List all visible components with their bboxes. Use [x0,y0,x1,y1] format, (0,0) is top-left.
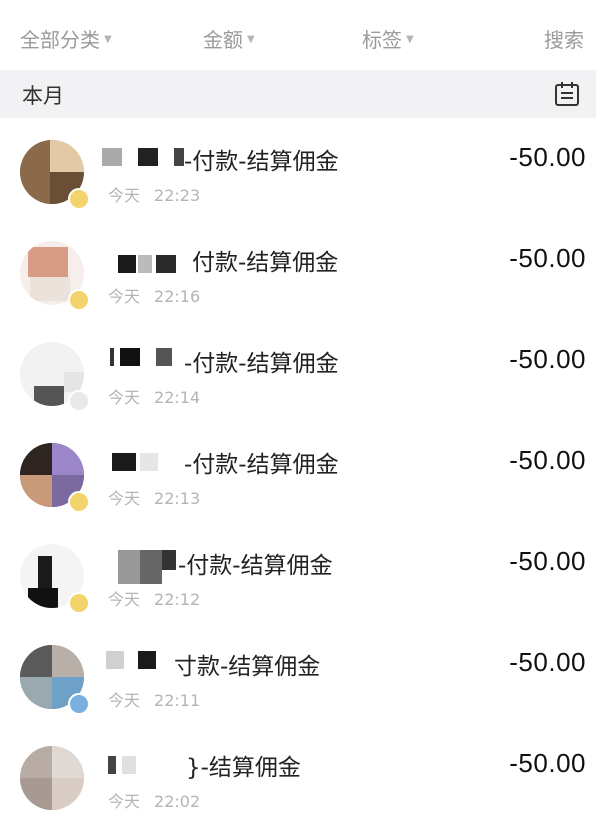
redacted-name [174,148,184,166]
transaction-row[interactable]: -付款-结算佣金 今天 22:12 -50.00 [0,522,596,623]
redacted-name [156,348,172,366]
transaction-row[interactable]: 付款-结算佣金 今天 22:16 -50.00 [0,219,596,320]
transaction-row[interactable]: }-结算佣金 今天 22:02 -50.00 [0,724,596,825]
redacted-name [112,453,136,471]
avatar [20,746,84,810]
badge-icon [68,693,90,715]
redacted-name [156,255,176,273]
redacted-name [122,756,136,774]
amount-filter-label: 金额 [203,28,243,52]
tag-filter[interactable]: 标签 ▼ [362,24,414,53]
badge-icon [68,592,90,614]
tag-filter-label: 标签 [362,28,402,52]
redacted-name [110,348,114,366]
transaction-amount: -50.00 [509,243,586,273]
transaction-time: 今天 22:13 [108,489,201,508]
transaction-amount: -50.00 [509,748,586,778]
transaction-row[interactable]: -付款-结算佣金 今天 22:23 -50.00 [0,118,596,219]
transaction-row[interactable]: -付款-结算佣金 今天 22:13 -50.00 [0,421,596,522]
transaction-amount: -50.00 [509,142,586,172]
redacted-name [138,255,152,273]
calendar-icon[interactable] [554,81,580,107]
transaction-amount: -50.00 [509,647,586,677]
redacted-name [140,550,162,584]
transaction-amount: -50.00 [509,546,586,576]
redacted-name [120,348,140,366]
transaction-time: 今天 22:02 [108,792,201,811]
transaction-row[interactable]: 寸款-结算佣金 今天 22:11 -50.00 [0,623,596,724]
redacted-name [140,453,158,471]
search-button[interactable]: 搜索 [544,24,584,53]
redacted-name [106,651,124,669]
transaction-title: 付款-结算佣金 [192,250,339,276]
badge-icon [68,390,90,412]
transaction-title: -付款-结算佣金 [184,351,339,377]
month-header: 本月 [0,70,596,118]
badge-icon [68,289,90,311]
filter-bar: 全部分类 ▼ 金额 ▼ 标签 ▼ 搜索 [0,0,596,70]
transaction-time: 今天 22:14 [108,388,201,407]
badge-icon [68,491,90,513]
search-button-label: 搜索 [544,28,584,52]
redacted-name [162,550,176,570]
transaction-amount: -50.00 [509,344,586,374]
redacted-name [108,756,116,774]
month-label: 本月 [22,84,64,108]
transaction-title: 寸款-结算佣金 [174,654,321,680]
category-filter[interactable]: 全部分类 ▼ [20,24,112,53]
transaction-time: 今天 22:11 [108,691,201,710]
transaction-title: -付款-结算佣金 [178,553,333,579]
transaction-title: -付款-结算佣金 [184,452,339,478]
chevron-down-icon: ▼ [104,34,112,45]
badge-icon [68,188,90,210]
category-filter-label: 全部分类 [20,28,100,52]
redacted-name [102,148,122,166]
transaction-title: }-结算佣金 [186,755,301,781]
redacted-name [138,651,156,669]
chevron-down-icon: ▼ [247,34,255,45]
transaction-time: 今天 22:23 [108,186,201,205]
transaction-title: -付款-结算佣金 [184,149,339,175]
transaction-time: 今天 22:12 [108,590,201,609]
transaction-amount: -50.00 [509,445,586,475]
redacted-name [118,255,136,273]
transaction-row[interactable]: -付款-结算佣金 今天 22:14 -50.00 [0,320,596,421]
chevron-down-icon: ▼ [406,34,414,45]
transaction-time: 今天 22:16 [108,287,201,306]
amount-filter[interactable]: 金额 ▼ [203,24,255,53]
redacted-name [118,550,140,584]
redacted-name [138,148,158,166]
